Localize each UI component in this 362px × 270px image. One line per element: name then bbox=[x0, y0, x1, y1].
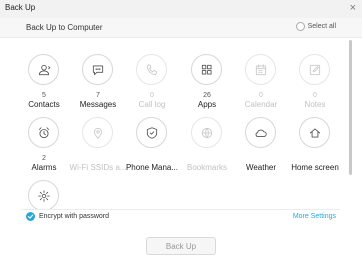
category-icon-button[interactable] bbox=[191, 117, 222, 148]
category-icon-button[interactable] bbox=[28, 54, 59, 85]
close-icon[interactable]: × bbox=[350, 2, 356, 14]
category-count: 5 bbox=[42, 92, 46, 99]
category-notes[interactable]: 0 Notes bbox=[288, 47, 342, 109]
category-icon-button[interactable] bbox=[191, 54, 222, 85]
select-all-radio[interactable] bbox=[295, 22, 305, 31]
category-apps[interactable]: 26 Apps bbox=[180, 47, 234, 109]
category-count: 0 bbox=[313, 92, 317, 99]
select-all-label: Select all bbox=[307, 23, 336, 30]
category-label: Alarms bbox=[31, 163, 57, 172]
back-up-button[interactable]: Back Up bbox=[146, 237, 216, 255]
backup-header: Back Up to Computer Select all bbox=[0, 18, 362, 38]
category-icon-button[interactable] bbox=[299, 117, 330, 148]
category-label: Calendar bbox=[244, 100, 278, 109]
checkmark-icon[interactable] bbox=[26, 212, 35, 221]
home-icon bbox=[309, 127, 320, 138]
encrypt-label: Encrypt with password bbox=[39, 213, 110, 220]
alarm-clock-icon bbox=[38, 126, 49, 138]
cloud-icon bbox=[255, 129, 267, 137]
backup-category-grid: 5 Contacts 7 Messages 0 Call log 26 Apps 0 Calend… bbox=[0, 40, 348, 210]
category-icon-button[interactable] bbox=[245, 54, 276, 85]
category-messages[interactable]: 7 Messages bbox=[71, 47, 125, 109]
category-count: 0 bbox=[150, 92, 154, 99]
category-count: 7 bbox=[96, 92, 100, 99]
gear-icon bbox=[37, 189, 50, 202]
category-count: 26 bbox=[203, 92, 211, 99]
calendar-icon bbox=[255, 63, 266, 75]
category-icon-button[interactable] bbox=[136, 117, 167, 148]
category-wifi-ssids[interactable]: Wi-Fi SSIDs a... bbox=[70, 110, 126, 172]
category-icon-button[interactable] bbox=[28, 180, 59, 210]
category-label: Wi-Fi SSIDs a... bbox=[69, 163, 127, 172]
page-title: Back Up to Computer bbox=[26, 23, 103, 32]
phone-icon bbox=[146, 63, 157, 75]
person-icon bbox=[38, 64, 50, 75]
category-icon-button[interactable] bbox=[82, 117, 113, 148]
category-label: Notes bbox=[304, 100, 326, 109]
globe-icon bbox=[201, 127, 212, 138]
category-call-log[interactable]: 0 Call log bbox=[125, 47, 179, 109]
grid-icon bbox=[201, 64, 212, 75]
category-label: Contacts bbox=[28, 100, 60, 109]
category-icon-button[interactable] bbox=[245, 117, 276, 148]
category-label: Call log bbox=[138, 100, 166, 109]
category-icon-button[interactable] bbox=[28, 117, 59, 148]
category-other[interactable] bbox=[17, 173, 71, 210]
select-all-toggle[interactable]: Select all bbox=[295, 22, 336, 31]
category-label: Phone Mana... bbox=[125, 163, 179, 172]
chat-bubble-icon bbox=[92, 64, 103, 75]
category-count: 2 bbox=[42, 155, 46, 162]
note-icon bbox=[309, 64, 320, 75]
title-bar: Back Up × bbox=[0, 0, 362, 18]
wifi-pin-icon bbox=[93, 127, 102, 139]
category-label: Apps bbox=[197, 100, 217, 109]
category-label: Weather bbox=[245, 163, 277, 172]
category-icon-button[interactable] bbox=[136, 54, 167, 85]
category-alarms[interactable]: 2 Alarms bbox=[17, 110, 71, 172]
category-count: 0 bbox=[259, 92, 263, 99]
shield-icon bbox=[146, 126, 157, 139]
divider bbox=[22, 209, 340, 210]
category-home-screen[interactable]: Home screen bbox=[288, 110, 342, 172]
more-settings-link[interactable]: More Settings bbox=[293, 213, 336, 220]
window-title: Back Up bbox=[5, 3, 36, 12]
category-contacts[interactable]: 5 Contacts bbox=[17, 47, 71, 109]
category-label: Messages bbox=[79, 100, 117, 109]
scrollbar-track[interactable] bbox=[349, 40, 353, 210]
encrypt-checkbox[interactable]: Encrypt with password bbox=[26, 212, 109, 221]
category-label: Bookmarks bbox=[186, 163, 227, 172]
category-bookmarks[interactable]: Bookmarks bbox=[180, 110, 234, 172]
category-icon-button[interactable] bbox=[82, 54, 113, 85]
category-calendar[interactable]: 0 Calendar bbox=[234, 47, 288, 109]
category-icon-button[interactable] bbox=[299, 54, 330, 85]
category-weather[interactable]: Weather bbox=[234, 110, 288, 172]
scrollbar-thumb[interactable] bbox=[349, 40, 352, 175]
category-phone-manager[interactable]: Phone Mana... bbox=[125, 110, 179, 172]
category-label: Home screen bbox=[291, 163, 339, 172]
